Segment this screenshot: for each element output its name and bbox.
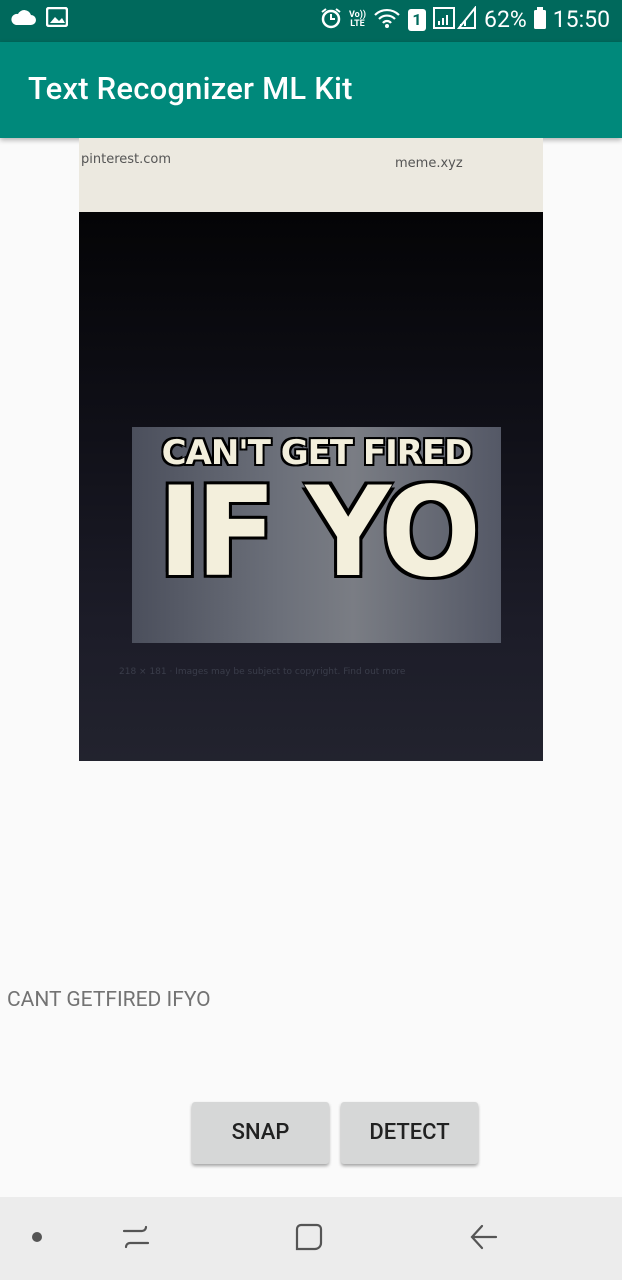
clock: 15:50 — [552, 6, 610, 33]
photo-text-right: meme.xyz — [395, 156, 463, 171]
volte-icon: Vo)) LTE — [349, 11, 366, 29]
back-icon[interactable] — [468, 1221, 500, 1257]
snap-button[interactable]: SNAP — [192, 1102, 329, 1164]
signal-icon — [433, 5, 477, 34]
status-bar: Vo)) LTE 1 62% 15:50 — [0, 0, 622, 42]
recents-icon[interactable] — [120, 1221, 152, 1257]
battery-icon — [533, 7, 546, 33]
detect-button[interactable]: DETECT — [341, 1102, 478, 1164]
cloud-icon — [10, 8, 36, 30]
photo-paper-strip: pinterest.com meme.xyz — [79, 138, 543, 212]
captured-image: pinterest.com meme.xyz CAN'T GET FIRED I… — [79, 138, 543, 761]
app-title: Text Recognizer ML Kit — [28, 70, 353, 107]
photo-caption: 218 × 181 · Images may be subject to cop… — [119, 667, 406, 677]
meme-big-text: IF YO — [157, 459, 481, 605]
sim-icon: 1 — [408, 9, 427, 31]
photo-text-left: pinterest.com — [81, 152, 172, 167]
alarm-icon — [320, 7, 342, 33]
wifi-icon — [373, 7, 401, 33]
battery-percent: 62% — [484, 6, 527, 33]
volte-line2: LTE — [350, 19, 365, 29]
image-icon — [45, 6, 69, 31]
recognized-text: CANT GETFIRED IFYO — [7, 988, 211, 1012]
app-bar: Text Recognizer ML Kit — [0, 42, 622, 138]
home-icon[interactable] — [293, 1221, 325, 1257]
navigation-bar — [0, 1197, 622, 1280]
nav-dot-icon[interactable] — [32, 1232, 42, 1242]
meme-image: CAN'T GET FIRED IF YO — [132, 427, 501, 643]
